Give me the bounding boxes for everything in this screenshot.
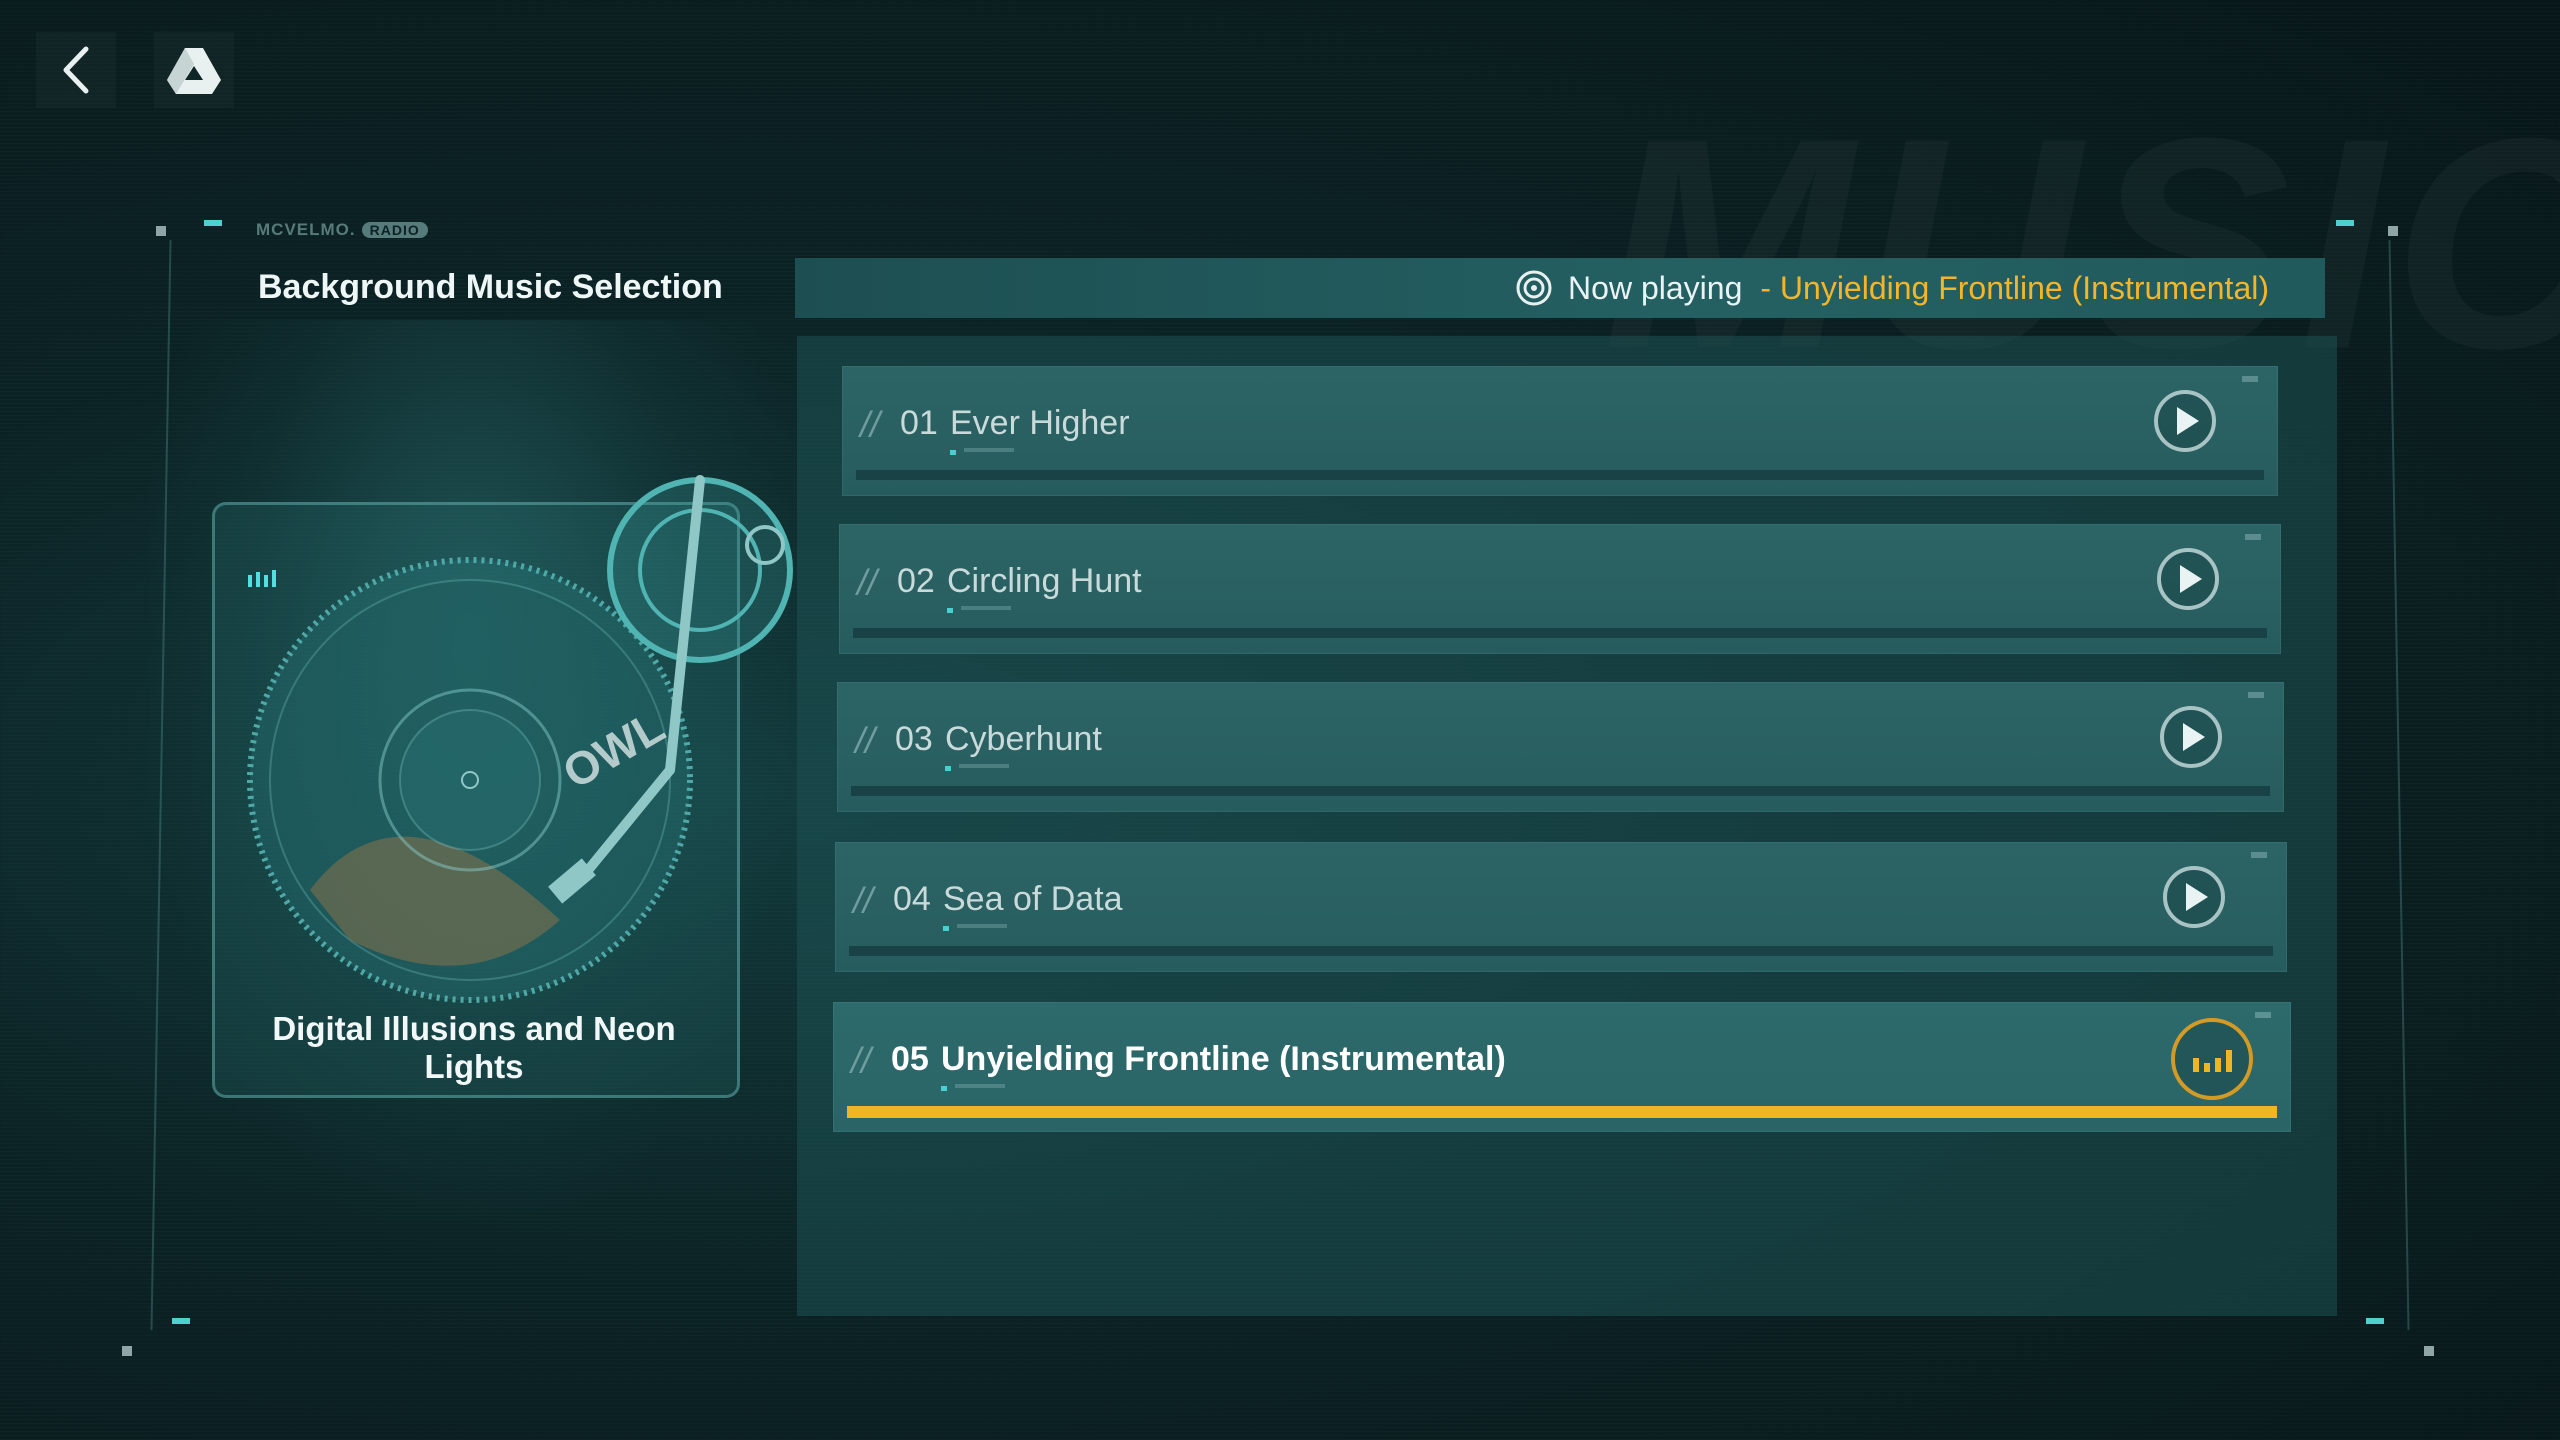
- drive-logo-button[interactable]: [154, 32, 234, 108]
- track-tag: [2245, 534, 2261, 540]
- brand-tag: RADIO: [361, 222, 428, 238]
- track-tag: [2242, 376, 2258, 382]
- track-name: Circling Hunt: [947, 562, 1142, 600]
- brand-label: MCVELMO. RADIO: [256, 220, 428, 240]
- track-meta: [955, 1084, 1005, 1088]
- track-slash: //: [853, 880, 874, 921]
- now-playing-label: Now playing: [1568, 269, 1743, 306]
- frame-accent: [204, 220, 222, 226]
- frame-corner: [122, 1346, 132, 1356]
- track-slash: //: [860, 404, 881, 445]
- track-name: Unyielding Frontline (Instrumental): [941, 1040, 1506, 1078]
- track-progress: [856, 470, 2264, 480]
- frame-accent: [172, 1318, 190, 1324]
- track-number: 02: [897, 562, 935, 600]
- frame-corner: [2424, 1346, 2434, 1356]
- track-progress: [847, 1106, 2277, 1118]
- track-row[interactable]: // 01 Ever Higher: [842, 366, 2278, 496]
- play-icon[interactable]: [2157, 548, 2219, 610]
- play-icon[interactable]: [2160, 706, 2222, 768]
- track-meta: [957, 924, 1007, 928]
- track-marker: [941, 1086, 947, 1091]
- drive-logo-icon: [167, 48, 221, 94]
- track-meta: [961, 606, 1011, 610]
- track-number: 05: [891, 1040, 929, 1078]
- track-number: 04: [893, 880, 931, 918]
- track-meta: [959, 764, 1009, 768]
- track-marker: [947, 608, 953, 613]
- track-meta: [964, 448, 1014, 452]
- back-button[interactable]: [36, 32, 116, 108]
- track-row-playing[interactable]: // 05 Unyielding Frontline (Instrumental…: [833, 1002, 2291, 1132]
- equalizer-icon[interactable]: [2171, 1018, 2253, 1100]
- frame-corner: [2388, 226, 2398, 236]
- track-progress: [849, 946, 2273, 956]
- section-title: Background Music Selection: [258, 268, 723, 306]
- track-row[interactable]: // 04 Sea of Data: [835, 842, 2287, 972]
- track-slash: //: [857, 562, 878, 603]
- radio-signal-icon: [1516, 270, 1552, 306]
- track-tag: [2251, 852, 2267, 858]
- now-playing-song: - Unyielding Frontline (Instrumental): [1760, 269, 2269, 306]
- track-marker: [950, 450, 956, 455]
- track-row[interactable]: // 02 Circling Hunt: [839, 524, 2281, 654]
- frame-accent: [2366, 1318, 2384, 1324]
- track-slash: //: [851, 1040, 872, 1081]
- frame-accent: [2336, 220, 2354, 226]
- play-icon[interactable]: [2163, 866, 2225, 928]
- now-playing-bar: Now playing - Unyielding Frontline (Inst…: [795, 258, 2325, 318]
- album-title: Digital Illusions and Neon Lights: [272, 1010, 676, 1085]
- track-marker: [943, 926, 949, 931]
- track-number: 03: [895, 720, 933, 758]
- track-tag: [2248, 692, 2264, 698]
- track-marker: [945, 766, 951, 771]
- track-row[interactable]: // 03 Cyberhunt: [837, 682, 2284, 812]
- track-progress: [853, 628, 2267, 638]
- track-name: Ever Higher: [950, 404, 1130, 442]
- turntable-icon: OWL: [247, 475, 793, 1003]
- track-name: Cyberhunt: [945, 720, 1102, 758]
- chevron-left-icon: [63, 46, 89, 94]
- track-progress: [851, 786, 2270, 796]
- play-icon[interactable]: [2154, 390, 2216, 452]
- track-name: Sea of Data: [943, 880, 1123, 918]
- frame-corner: [156, 226, 166, 236]
- brand-name: MCVELMO.: [256, 220, 356, 239]
- track-slash: //: [855, 720, 876, 761]
- track-tag: [2255, 1012, 2271, 1018]
- track-number: 01: [900, 404, 938, 442]
